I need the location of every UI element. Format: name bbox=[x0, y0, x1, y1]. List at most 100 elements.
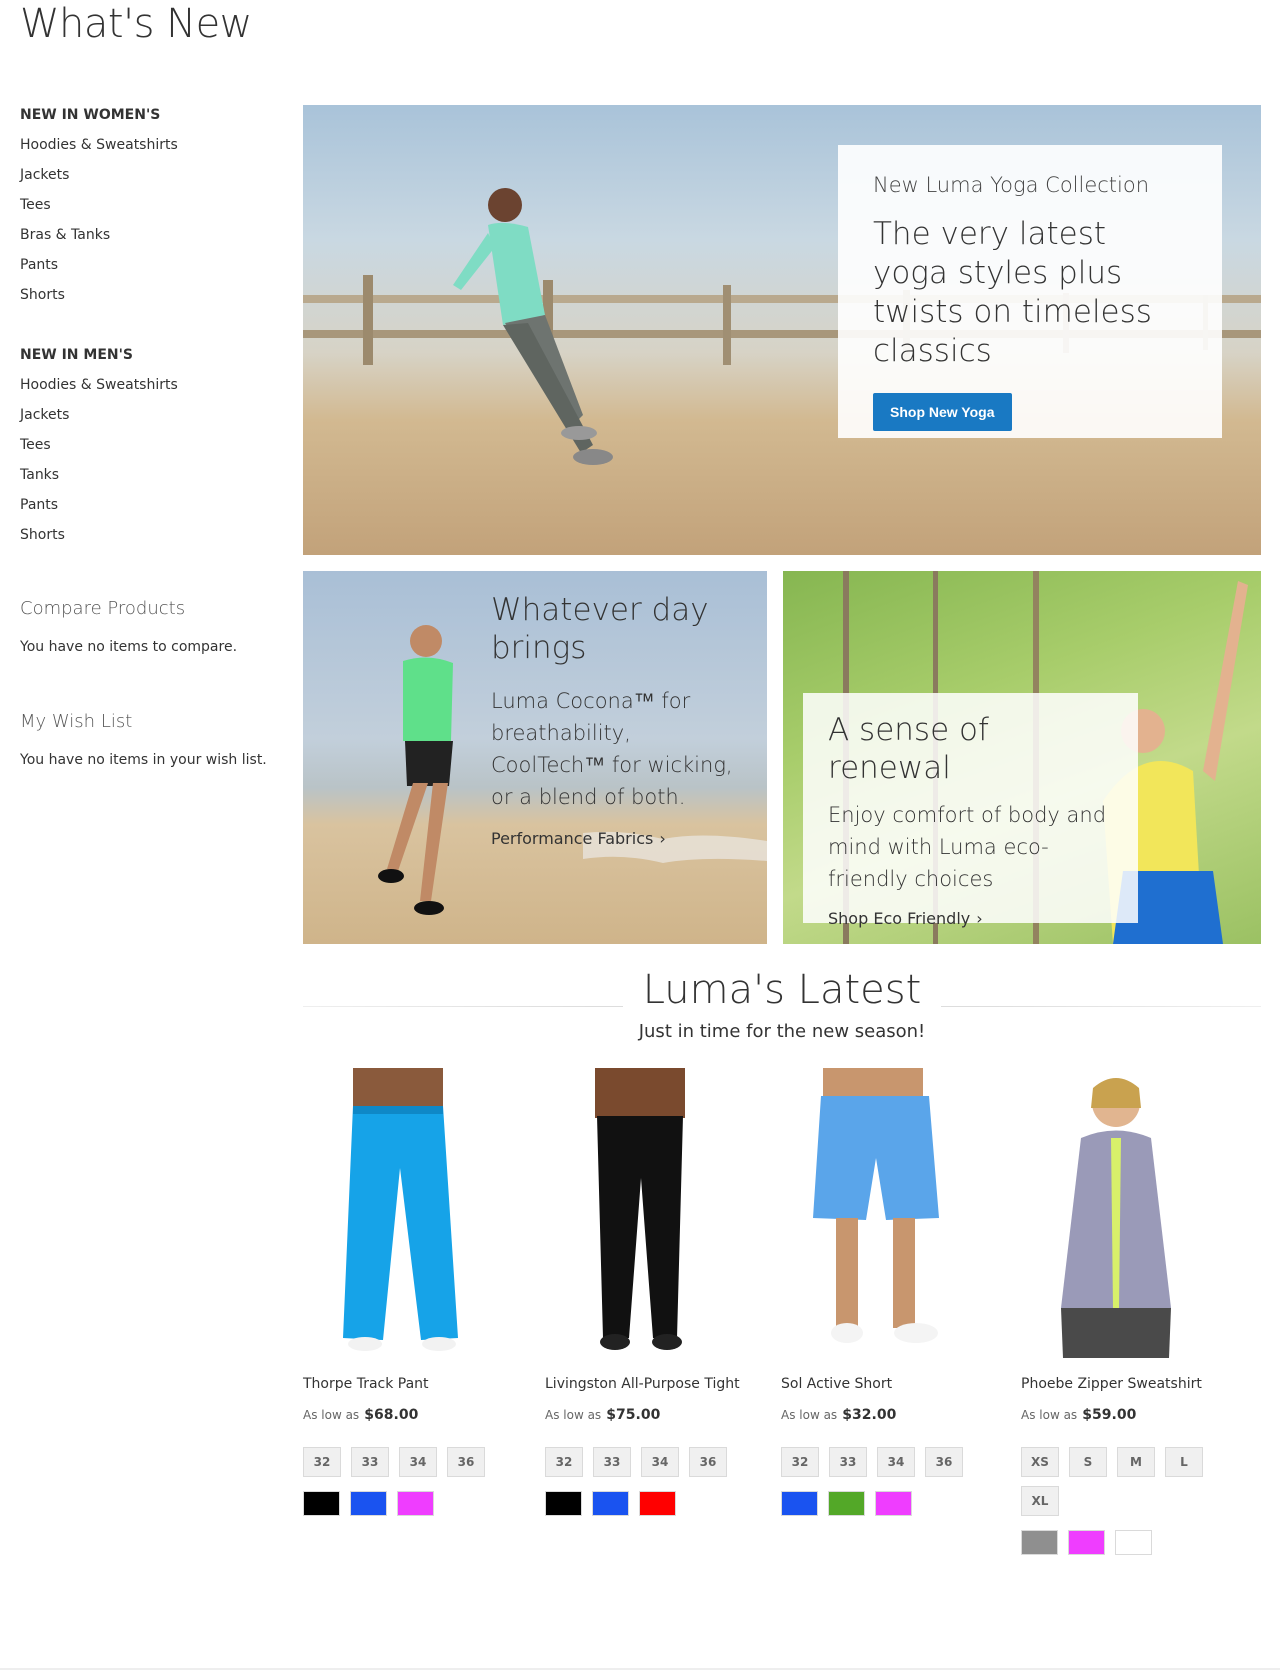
as-low-as-label: As low as bbox=[303, 1408, 360, 1422]
size-swatch[interactable]: 36 bbox=[447, 1447, 485, 1477]
wishlist-empty-message: You have no items in your wish list. bbox=[20, 752, 267, 768]
promo1-link-label: Performance Fabrics bbox=[491, 829, 654, 848]
price-line: As low as $75.00 bbox=[545, 1404, 765, 1423]
as-low-as-label: As low as bbox=[781, 1408, 838, 1422]
promo1-title: Whatever day brings bbox=[491, 592, 709, 666]
women-nav-hoodies[interactable]: Hoodies & Sweatshirts bbox=[20, 130, 280, 160]
product-card[interactable]: Phoebe Zipper Sweatshirt As low as $59.0… bbox=[1021, 1068, 1241, 1555]
promo2-title: A sense of renewal bbox=[828, 712, 989, 786]
promo2-body: Enjoy comfort of body and mind with Luma… bbox=[828, 803, 1107, 891]
size-swatch[interactable]: 32 bbox=[303, 1447, 341, 1477]
size-swatch[interactable]: 32 bbox=[545, 1447, 583, 1477]
size-swatches: 32 33 34 36 bbox=[545, 1447, 745, 1477]
color-swatches bbox=[303, 1491, 523, 1516]
product-name[interactable]: Sol Active Short bbox=[781, 1376, 1001, 1396]
price-line: As low as $68.00 bbox=[303, 1404, 523, 1423]
color-swatch[interactable] bbox=[1115, 1530, 1152, 1555]
size-swatch[interactable]: S bbox=[1069, 1447, 1107, 1477]
color-swatch[interactable] bbox=[397, 1491, 434, 1516]
product-price: $59.00 bbox=[1082, 1407, 1137, 1423]
color-swatch[interactable] bbox=[1068, 1530, 1105, 1555]
color-swatch[interactable] bbox=[875, 1491, 912, 1516]
size-swatch[interactable]: M bbox=[1117, 1447, 1155, 1477]
women-nav-jackets[interactable]: Jackets bbox=[20, 160, 280, 190]
size-swatches: 32 33 34 36 bbox=[781, 1447, 981, 1477]
men-nav-hoodies[interactable]: Hoodies & Sweatshirts bbox=[20, 370, 280, 400]
product-price: $32.00 bbox=[842, 1407, 897, 1423]
size-swatch[interactable]: XS bbox=[1021, 1447, 1059, 1477]
size-swatch[interactable]: 33 bbox=[593, 1447, 631, 1477]
latest-section-header: Luma's Latest Just in time for the new s… bbox=[303, 965, 1261, 1042]
size-swatches: 32 33 34 36 bbox=[303, 1447, 503, 1477]
hero-eyebrow: New Luma Yoga Collection bbox=[873, 173, 1150, 197]
color-swatch[interactable] bbox=[545, 1491, 582, 1516]
size-swatch[interactable]: 34 bbox=[641, 1447, 679, 1477]
performance-fabrics-link[interactable]: Performance Fabrics › bbox=[491, 829, 666, 848]
product-image[interactable] bbox=[545, 1068, 735, 1358]
men-nav-tees[interactable]: Tees bbox=[20, 430, 280, 460]
men-nav-tanks[interactable]: Tanks bbox=[20, 460, 280, 490]
shop-eco-friendly-link[interactable]: Shop Eco Friendly › bbox=[828, 909, 983, 928]
color-swatch[interactable] bbox=[828, 1491, 865, 1516]
color-swatch[interactable] bbox=[1021, 1530, 1058, 1555]
chevron-right-icon: › bbox=[976, 909, 983, 928]
men-nav-jackets[interactable]: Jackets bbox=[20, 400, 280, 430]
color-swatches bbox=[545, 1491, 765, 1516]
size-swatch[interactable]: 33 bbox=[829, 1447, 867, 1477]
size-swatch[interactable]: 34 bbox=[877, 1447, 915, 1477]
shop-new-yoga-button[interactable]: Shop New Yoga bbox=[873, 393, 1012, 431]
men-nav-pants[interactable]: Pants bbox=[20, 490, 280, 520]
promo2-link-label: Shop Eco Friendly bbox=[828, 909, 971, 928]
product-card[interactable]: Thorpe Track Pant As low as $68.00 32 33… bbox=[303, 1068, 523, 1516]
performance-fabrics-promo[interactable]: Whatever day brings Luma Cocona™ for bre… bbox=[303, 571, 767, 944]
women-nav-shorts[interactable]: Shorts bbox=[20, 280, 280, 310]
men-nav: NEW IN MEN'S Hoodies & Sweatshirts Jacke… bbox=[20, 340, 280, 550]
color-swatch[interactable] bbox=[592, 1491, 629, 1516]
size-swatches: XS S M L XL bbox=[1021, 1447, 1221, 1516]
product-card[interactable]: Livingston All-Purpose Tight As low as $… bbox=[545, 1068, 765, 1516]
yoga-model-image bbox=[453, 188, 613, 465]
color-swatch[interactable] bbox=[639, 1491, 676, 1516]
as-low-as-label: As low as bbox=[1021, 1408, 1078, 1422]
product-name[interactable]: Phoebe Zipper Sweatshirt bbox=[1021, 1376, 1241, 1396]
price-line: As low as $32.00 bbox=[781, 1404, 1001, 1423]
price-line: As low as $59.00 bbox=[1021, 1404, 1241, 1423]
product-price: $68.00 bbox=[364, 1407, 419, 1423]
color-swatch[interactable] bbox=[350, 1491, 387, 1516]
compare-empty-message: You have no items to compare. bbox=[20, 639, 238, 655]
color-swatches bbox=[781, 1491, 1001, 1516]
wishlist-title: My Wish List bbox=[20, 711, 133, 732]
product-name[interactable]: Livingston All-Purpose Tight bbox=[545, 1376, 765, 1396]
women-nav: NEW IN WOMEN'S Hoodies & Sweatshirts Jac… bbox=[20, 100, 280, 310]
product-name[interactable]: Thorpe Track Pant bbox=[303, 1376, 523, 1396]
color-swatch[interactable] bbox=[781, 1491, 818, 1516]
size-swatch[interactable]: 33 bbox=[351, 1447, 389, 1477]
latest-title: Luma's Latest bbox=[622, 965, 942, 1015]
hero-banner[interactable]: New Luma Yoga Collection The very latest… bbox=[303, 105, 1261, 555]
women-nav-pants[interactable]: Pants bbox=[20, 250, 280, 280]
sidebar: NEW IN WOMEN'S Hoodies & Sweatshirts Jac… bbox=[20, 100, 280, 768]
latest-subtitle: Just in time for the new season! bbox=[638, 1021, 926, 1042]
product-image[interactable] bbox=[1021, 1068, 1211, 1358]
size-swatch[interactable]: XL bbox=[1021, 1486, 1059, 1516]
promo1-text: Whatever day brings Luma Cocona™ for bre… bbox=[491, 591, 741, 848]
women-nav-tees[interactable]: Tees bbox=[20, 190, 280, 220]
size-swatch[interactable]: 34 bbox=[399, 1447, 437, 1477]
color-swatch[interactable] bbox=[303, 1491, 340, 1516]
product-image[interactable] bbox=[781, 1068, 971, 1358]
women-nav-bras-tanks[interactable]: Bras & Tanks bbox=[20, 220, 280, 250]
size-swatch[interactable]: L bbox=[1165, 1447, 1203, 1477]
promo1-body: Luma Cocona™ for breathability, CoolTech… bbox=[491, 689, 733, 809]
eco-friendly-promo[interactable]: A sense of renewal Enjoy comfort of body… bbox=[783, 571, 1261, 944]
wishlist-block: My Wish List You have no items in your w… bbox=[20, 711, 280, 768]
size-swatch[interactable]: 32 bbox=[781, 1447, 819, 1477]
hero-card: New Luma Yoga Collection The very latest… bbox=[838, 145, 1222, 438]
product-image[interactable] bbox=[303, 1068, 493, 1358]
size-swatch[interactable]: 36 bbox=[925, 1447, 963, 1477]
product-price: $75.00 bbox=[606, 1407, 661, 1423]
men-nav-shorts[interactable]: Shorts bbox=[20, 520, 280, 550]
compare-title: Compare Products bbox=[20, 598, 186, 619]
as-low-as-label: As low as bbox=[545, 1408, 602, 1422]
product-card[interactable]: Sol Active Short As low as $32.00 32 33 … bbox=[781, 1068, 1001, 1516]
size-swatch[interactable]: 36 bbox=[689, 1447, 727, 1477]
